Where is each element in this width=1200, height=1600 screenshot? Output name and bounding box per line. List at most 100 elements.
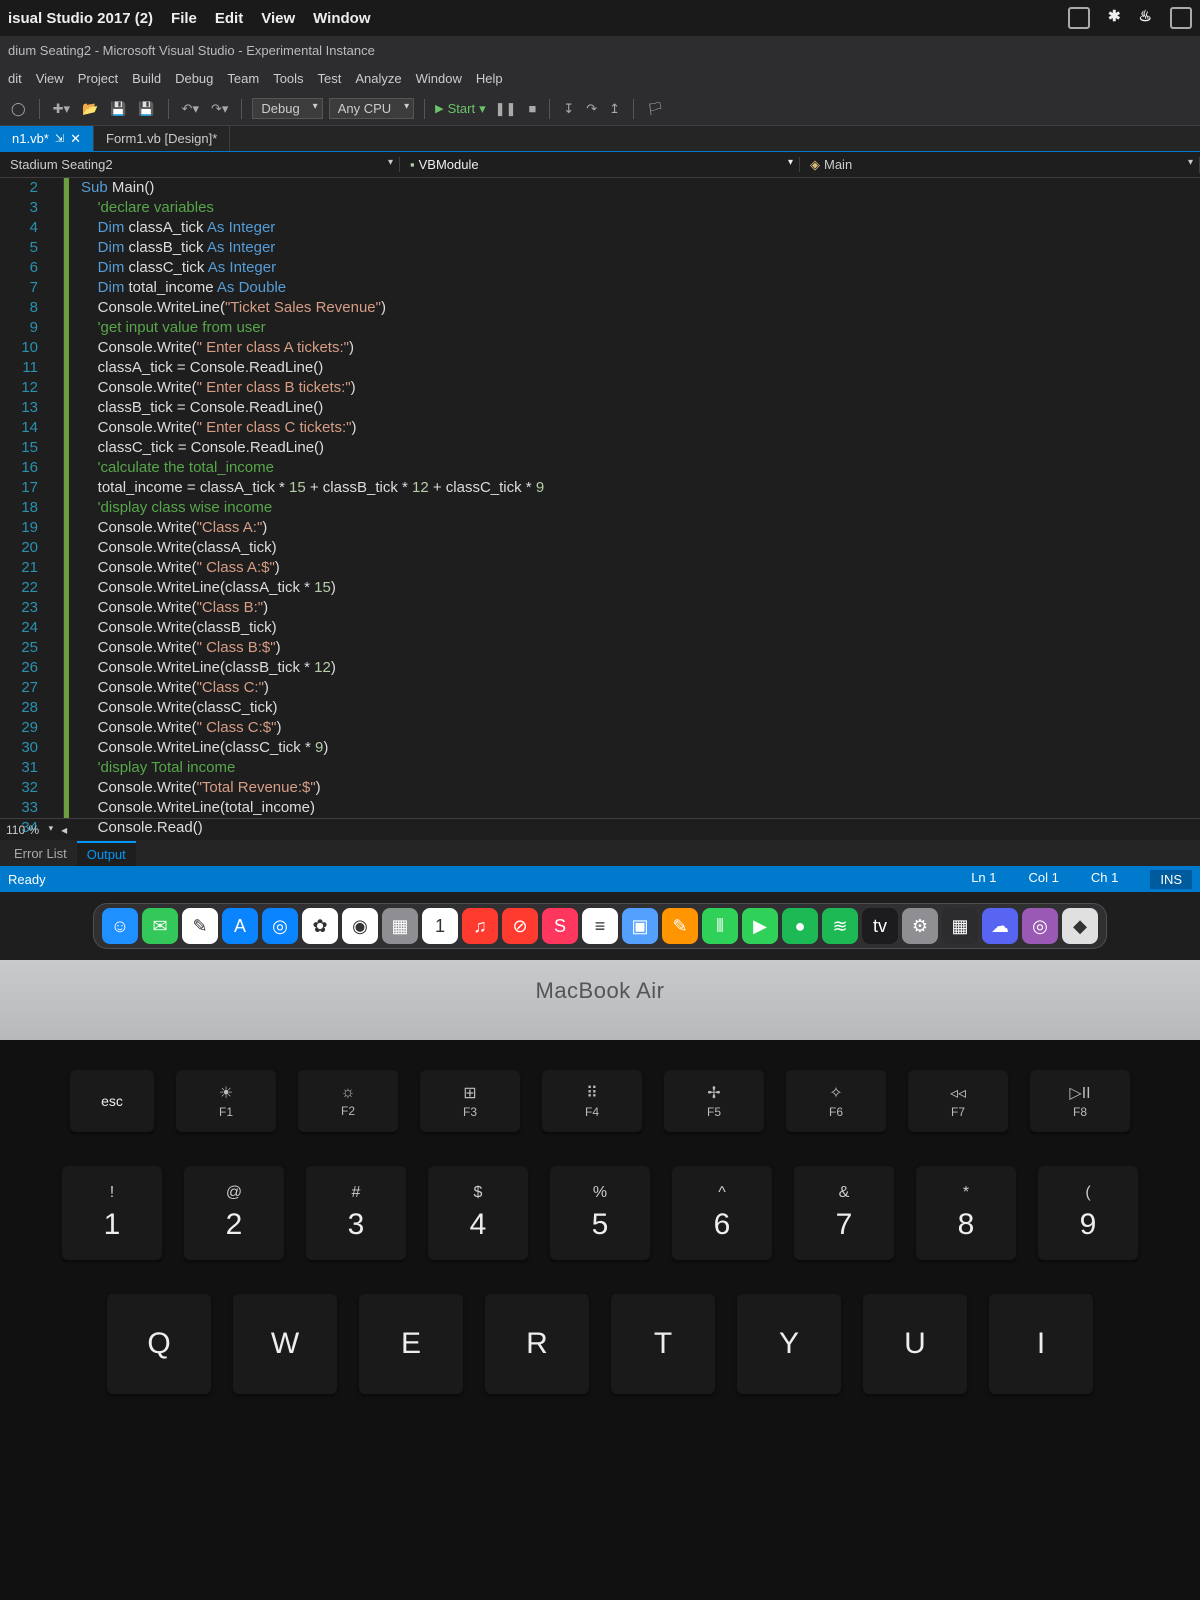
key-f6[interactable]: ✧F6 bbox=[786, 1070, 886, 1132]
scroll-left-icon[interactable]: ◂ bbox=[61, 823, 67, 837]
key-5[interactable]: %5 bbox=[550, 1166, 650, 1260]
dock-app-finder[interactable]: ☺ bbox=[102, 908, 138, 944]
dock-app-folder[interactable]: ▣ bbox=[622, 908, 658, 944]
step-over-icon[interactable]: ↷ bbox=[583, 101, 600, 117]
pause-icon[interactable]: ❚❚ bbox=[492, 101, 520, 117]
code-content[interactable]: Sub Main() 'declare variables Dim classA… bbox=[69, 178, 552, 818]
new-project-icon[interactable]: ✚▾ bbox=[50, 101, 73, 117]
save-all-icon[interactable]: 💾 bbox=[135, 101, 157, 117]
vs-menu-item[interactable]: Analyze bbox=[355, 71, 401, 86]
key-6[interactable]: ^6 bbox=[672, 1166, 772, 1260]
output-tab[interactable]: Output bbox=[77, 841, 136, 866]
key-r[interactable]: R bbox=[485, 1294, 589, 1394]
key-3[interactable]: #3 bbox=[306, 1166, 406, 1260]
vs-menu-item[interactable]: Tools bbox=[273, 71, 303, 86]
stop-icon[interactable]: ■ bbox=[525, 101, 539, 116]
key-f5[interactable]: ✢F5 bbox=[664, 1070, 764, 1132]
mac-menu-window[interactable]: Window bbox=[313, 10, 370, 27]
menubar-icon[interactable] bbox=[1068, 7, 1090, 29]
dock-app-spotify[interactable]: ● bbox=[782, 908, 818, 944]
dock-app-appstore[interactable]: A bbox=[222, 908, 258, 944]
vs-menu-item[interactable]: Help bbox=[476, 71, 503, 86]
step-into-icon[interactable]: ↧ bbox=[560, 101, 577, 117]
mac-menu-view[interactable]: View bbox=[261, 10, 295, 27]
platform-dropdown[interactable]: Any CPU bbox=[329, 98, 414, 119]
vs-menu-item[interactable]: dit bbox=[8, 71, 22, 86]
dock-app-notes[interactable]: ✎ bbox=[182, 908, 218, 944]
menubar-icon[interactable] bbox=[1170, 7, 1192, 29]
dock-app-spotify2[interactable]: ≋ bbox=[822, 908, 858, 944]
nav-project[interactable]: Stadium Seating2 bbox=[0, 157, 400, 172]
key-w[interactable]: W bbox=[233, 1294, 337, 1394]
key-9[interactable]: (9 bbox=[1038, 1166, 1138, 1260]
key-1[interactable]: !1 bbox=[62, 1166, 162, 1260]
dock-app-roblox[interactable]: ◆ bbox=[1062, 908, 1098, 944]
doc-tab[interactable]: Form1.vb [Design]* bbox=[94, 126, 230, 151]
start-button[interactable]: Start ▾ bbox=[435, 101, 485, 117]
key-y[interactable]: Y bbox=[737, 1294, 841, 1394]
mac-menu-edit[interactable]: Edit bbox=[215, 10, 243, 27]
dock-app-chrome[interactable]: ◉ bbox=[342, 908, 378, 944]
key-f8[interactable]: ▷IIF8 bbox=[1030, 1070, 1130, 1132]
dock-app-reminders[interactable]: ≡ bbox=[582, 908, 618, 944]
dock-app-appletv[interactable]: tv bbox=[862, 908, 898, 944]
vs-menu-item[interactable]: Window bbox=[416, 71, 462, 86]
step-out-icon[interactable]: ↥ bbox=[606, 101, 623, 117]
dock-app-launchpad[interactable]: ▦ bbox=[382, 908, 418, 944]
key-u[interactable]: U bbox=[863, 1294, 967, 1394]
nav-module[interactable]: VBModule bbox=[400, 157, 800, 172]
dock-app-pages[interactable]: ✎ bbox=[662, 908, 698, 944]
dock-app-blocked[interactable]: ⊘ bbox=[502, 908, 538, 944]
dock-app-discord[interactable]: ☁ bbox=[982, 908, 1018, 944]
vs-menu-item[interactable]: Project bbox=[78, 71, 118, 86]
dock-app-calculator[interactable]: ▦ bbox=[942, 908, 978, 944]
pin-icon[interactable]: ⇲ bbox=[55, 132, 64, 145]
key-2[interactable]: @2 bbox=[184, 1166, 284, 1260]
zoom-dropdown[interactable]: 110 % bbox=[6, 823, 53, 837]
dock-app-safari[interactable]: ◎ bbox=[262, 908, 298, 944]
key-f2[interactable]: ☼F2 bbox=[298, 1070, 398, 1132]
mac-menu-file[interactable]: File bbox=[171, 10, 197, 27]
open-icon[interactable]: 📂 bbox=[79, 101, 101, 117]
vs-menu-item[interactable]: View bbox=[36, 71, 64, 86]
dock-app-numbers[interactable]: ⫴ bbox=[702, 908, 738, 944]
dock-app-calendar[interactable]: 1 bbox=[422, 908, 458, 944]
key-f3[interactable]: ⊞F3 bbox=[420, 1070, 520, 1132]
vs-menu-item[interactable]: Debug bbox=[175, 71, 213, 86]
key-f4[interactable]: ⠿F4 bbox=[542, 1070, 642, 1132]
key-q[interactable]: Q bbox=[107, 1294, 211, 1394]
vs-menu-item[interactable]: Team bbox=[227, 71, 259, 86]
dock-app-podcasts[interactable]: ◎ bbox=[1022, 908, 1058, 944]
key-i[interactable]: I bbox=[989, 1294, 1093, 1394]
dock-app-facetime[interactable]: ▶ bbox=[742, 908, 778, 944]
key-esc[interactable]: esc bbox=[70, 1070, 154, 1132]
fold-strip[interactable] bbox=[48, 178, 64, 818]
dock-app-settings[interactable]: ⚙ bbox=[902, 908, 938, 944]
dock-app-messages[interactable]: ✉ bbox=[142, 908, 178, 944]
close-icon[interactable]: ✕ bbox=[70, 131, 81, 147]
key-e[interactable]: E bbox=[359, 1294, 463, 1394]
key-8[interactable]: *8 bbox=[916, 1166, 1016, 1260]
nav-back-icon[interactable]: ◯ bbox=[8, 101, 29, 117]
menubar-icon[interactable]: ♨ bbox=[1139, 7, 1152, 29]
config-dropdown[interactable]: Debug bbox=[252, 98, 322, 119]
key-f7[interactable]: ◃◃F7 bbox=[908, 1070, 1008, 1132]
code-editor[interactable]: 2345678910111213141516171819202122232425… bbox=[0, 178, 1200, 818]
doc-tab[interactable]: n1.vb* ⇲ ✕ bbox=[0, 126, 94, 151]
dock-app-music[interactable]: ♫ bbox=[462, 908, 498, 944]
nav-member[interactable]: Main bbox=[800, 157, 1200, 173]
key-7[interactable]: &7 bbox=[794, 1166, 894, 1260]
dock-app-photos[interactable]: ✿ bbox=[302, 908, 338, 944]
vs-menu-item[interactable]: Build bbox=[132, 71, 161, 86]
undo-icon[interactable]: ↶▾ bbox=[179, 101, 202, 117]
redo-icon[interactable]: ↷▾ bbox=[208, 101, 231, 117]
dock-app-shortcuts[interactable]: S bbox=[542, 908, 578, 944]
error-list-tab[interactable]: Error List bbox=[4, 842, 77, 865]
toolbar-icon[interactable]: 🏳 bbox=[644, 101, 667, 117]
menubar-icon[interactable]: ✱ bbox=[1108, 7, 1121, 29]
key-4[interactable]: $4 bbox=[428, 1166, 528, 1260]
vs-menu-item[interactable]: Test bbox=[318, 71, 342, 86]
key-f1[interactable]: ☀F1 bbox=[176, 1070, 276, 1132]
save-icon[interactable]: 💾 bbox=[107, 101, 129, 117]
key-t[interactable]: T bbox=[611, 1294, 715, 1394]
